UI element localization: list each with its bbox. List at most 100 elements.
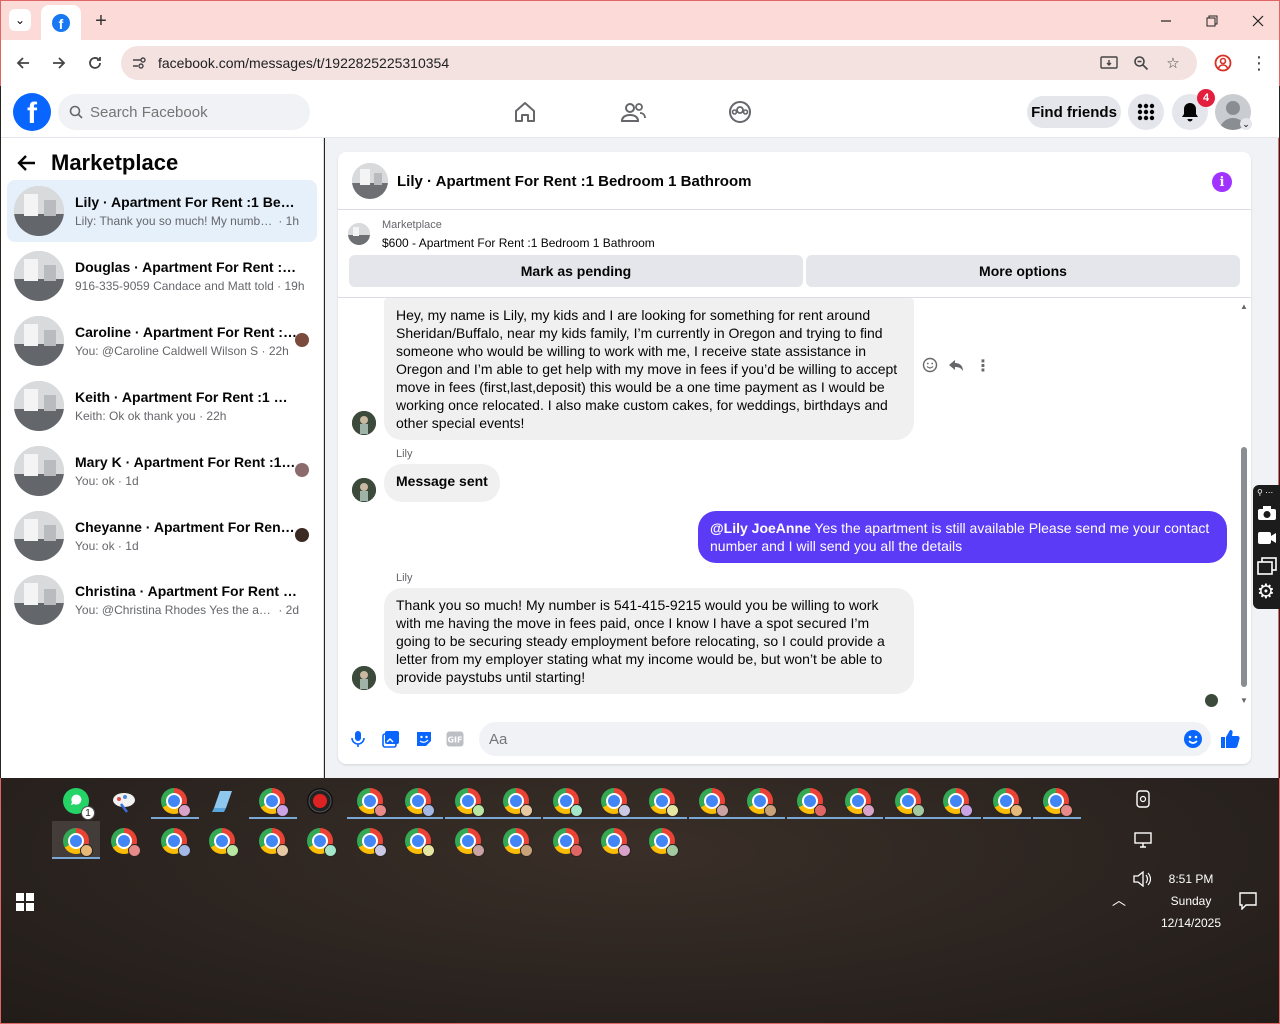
- chrome-profile-icon[interactable]: [797, 788, 827, 817]
- nav-friends[interactable]: [617, 96, 649, 128]
- chrome-profile-icon[interactable]: [503, 828, 533, 857]
- like-thumbs-up-icon[interactable]: [1219, 728, 1241, 750]
- volume-icon[interactable]: [1133, 871, 1151, 887]
- browser-menu-button[interactable]: ⋮: [1244, 48, 1274, 78]
- chrome-profile-icon[interactable]: [161, 828, 191, 857]
- new-tab-button[interactable]: +: [89, 9, 113, 33]
- message-bubble-incoming[interactable]: Message sent: [384, 464, 500, 502]
- search-box[interactable]: [58, 94, 310, 130]
- camera-icon[interactable]: [1257, 505, 1277, 521]
- chrome-profile-icon[interactable]: [307, 828, 337, 857]
- zoom-icon[interactable]: [1131, 53, 1151, 73]
- windows-icon[interactable]: [1257, 557, 1277, 575]
- message-input[interactable]: [489, 722, 1169, 756]
- back-arrow-icon[interactable]: [17, 152, 37, 178]
- bookmark-star-icon[interactable]: ☆: [1163, 53, 1183, 73]
- pin-icon[interactable]: ⚲ ⋯: [1257, 488, 1273, 497]
- chrome-profile-icon[interactable]: [895, 788, 925, 817]
- emoji-icon[interactable]: [1183, 729, 1203, 749]
- notepad-app-icon[interactable]: [209, 788, 235, 814]
- chrome-profile-icon[interactable]: [943, 788, 973, 817]
- back-button[interactable]: [8, 48, 38, 78]
- video-camera-icon[interactable]: [1257, 531, 1277, 545]
- tab-facebook[interactable]: f: [41, 5, 81, 41]
- message-bubble-incoming[interactable]: Thank you so much! My number is 541-415-…: [384, 588, 914, 694]
- profile-button[interactable]: [1208, 48, 1238, 78]
- chrome-profile-icon[interactable]: [699, 788, 729, 817]
- chrome-profile-icon[interactable]: [111, 828, 141, 857]
- address-bar[interactable]: facebook.com/messages/t/1922825225310354…: [121, 46, 1197, 80]
- chrome-profile-icon[interactable]: [455, 788, 485, 817]
- chrome-profile-icon[interactable]: [601, 828, 631, 857]
- meet-now-icon[interactable]: [1135, 790, 1151, 808]
- chat-avatar[interactable]: [352, 163, 388, 199]
- conversation-item[interactable]: Christina · Apartment For Rent :1 Bedroo…: [7, 569, 317, 631]
- chrome-profile-icon[interactable]: [503, 788, 533, 817]
- mark-as-pending-button[interactable]: Mark as pending: [349, 255, 803, 287]
- chrome-profile-icon[interactable]: [209, 828, 239, 857]
- conversation-item[interactable]: Cheyanne · Apartment For Rent :1 Bedroom…: [7, 505, 317, 567]
- action-center-icon[interactable]: [1239, 892, 1257, 910]
- chrome-profile-icon[interactable]: [357, 788, 387, 817]
- reply-icon[interactable]: [948, 357, 964, 373]
- messages-scrollbar[interactable]: ▲ ▼: [1240, 302, 1248, 705]
- chat-title[interactable]: Lily · Apartment For Rent :1 Bedroom 1 B…: [397, 173, 751, 190]
- install-app-icon[interactable]: [1099, 53, 1119, 73]
- restore-button[interactable]: [1189, 7, 1235, 35]
- url-text[interactable]: facebook.com/messages/t/1922825225310354: [158, 55, 449, 71]
- gif-icon[interactable]: GIF: [444, 728, 466, 750]
- conversation-item[interactable]: Lily · Apartment For Rent :1 Bedroom 1 B…: [7, 180, 317, 242]
- chrome-profile-icon[interactable]: [357, 828, 387, 857]
- chrome-profile-icon[interactable]: [649, 828, 679, 857]
- site-info-icon[interactable]: [129, 53, 149, 73]
- scroll-down-arrow-icon[interactable]: ▼: [1240, 696, 1248, 705]
- sender-avatar[interactable]: [352, 666, 376, 690]
- windows-start-icon[interactable]: [16, 893, 34, 911]
- chrome-profile-icon[interactable]: [1043, 788, 1073, 817]
- conversation-item[interactable]: Douglas · Apartment For Rent :1 Bedroom …: [7, 245, 317, 307]
- sender-avatar[interactable]: [352, 411, 376, 435]
- conversation-item[interactable]: Caroline · Apartment For Rent :1 Bedroom…: [7, 310, 317, 372]
- chrome-profile-icon[interactable]: [161, 788, 191, 817]
- react-emoji-icon[interactable]: [922, 357, 938, 373]
- minimize-button[interactable]: [1143, 7, 1189, 35]
- message-composer[interactable]: [479, 722, 1211, 756]
- settings-gear-icon[interactable]: ⚙: [1257, 582, 1275, 602]
- mention-tag[interactable]: @Lily JoeAnne: [710, 520, 811, 536]
- menu-button[interactable]: [1128, 94, 1164, 130]
- sender-avatar[interactable]: [352, 478, 376, 502]
- whatsapp-icon[interactable]: 1: [63, 788, 95, 820]
- record-app-icon[interactable]: [307, 788, 333, 814]
- chrome-profile-icon[interactable]: [405, 828, 435, 857]
- chrome-profile-icon[interactable]: [845, 788, 875, 817]
- chrome-profile-icon[interactable]: [405, 788, 435, 817]
- chrome-profile-icon[interactable]: [259, 828, 289, 857]
- chrome-profile-icon[interactable]: [993, 788, 1023, 817]
- chrome-profile-icon[interactable]: [455, 828, 485, 857]
- chrome-profile-icon[interactable]: [649, 788, 679, 817]
- sticker-icon[interactable]: [413, 728, 435, 750]
- chrome-profile-icon[interactable]: [553, 788, 583, 817]
- message-bubble-outgoing[interactable]: @Lily JoeAnne Yes the apartment is still…: [698, 511, 1227, 563]
- chrome-profile-icon[interactable]: [553, 828, 583, 857]
- more-options-button[interactable]: More options: [806, 255, 1240, 287]
- clock-day[interactable]: Sunday: [1161, 894, 1221, 908]
- chrome-profile-icon[interactable]: [601, 788, 631, 817]
- conversation-item[interactable]: Keith · Apartment For Rent :1 Bedroom 1 …: [7, 375, 317, 437]
- listing-thumbnail[interactable]: [348, 223, 370, 245]
- find-friends-button[interactable]: Find friends: [1027, 96, 1121, 128]
- listing-price[interactable]: $600 - Apartment For Rent :1 Bedroom 1 B…: [382, 236, 655, 250]
- chrome-profile-icon[interactable]: [747, 788, 777, 817]
- more-actions-icon[interactable]: ⋮: [975, 356, 991, 375]
- clock-time[interactable]: 8:51 PM: [1161, 872, 1221, 886]
- chrome-profile-icon[interactable]: [259, 788, 289, 817]
- paint-app-icon[interactable]: [111, 788, 137, 814]
- reload-button[interactable]: [80, 48, 110, 78]
- facebook-logo-icon[interactable]: f: [13, 93, 51, 131]
- show-hidden-icons-chevron-icon[interactable]: ︿: [1112, 890, 1126, 910]
- conversation-item[interactable]: Mary K · Apartment For Rent :1 Bedroom 1…: [7, 440, 317, 502]
- scroll-thumb[interactable]: [1241, 447, 1247, 687]
- chrome-profile-icon[interactable]: [63, 828, 93, 857]
- close-window-button[interactable]: [1235, 7, 1280, 35]
- scroll-up-arrow-icon[interactable]: ▲: [1240, 302, 1248, 311]
